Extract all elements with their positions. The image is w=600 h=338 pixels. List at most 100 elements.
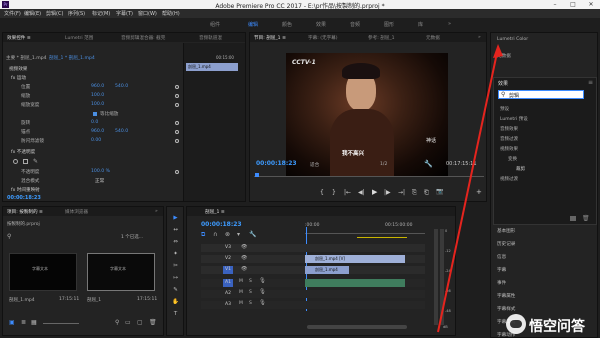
menu-clip[interactable]: 剪辑(C) bbox=[46, 10, 63, 17]
track-label-v2[interactable]: V2 bbox=[223, 255, 233, 263]
track-a2[interactable] bbox=[201, 290, 425, 298]
clip-v2[interactable]: 剖屈_1.mp4 [V] bbox=[305, 255, 405, 263]
property-value[interactable]: 0.0 bbox=[91, 120, 98, 125]
tab-audio-clip-mixer[interactable]: 音频剪辑混合器: 截完 bbox=[121, 35, 165, 41]
icon-view-icon[interactable]: ▦ bbox=[31, 319, 37, 326]
uniform-scale-checkbox[interactable] bbox=[93, 112, 97, 116]
menu-window[interactable]: 窗口(W) bbox=[138, 10, 157, 17]
rate-stretch-tool-icon[interactable]: ✦ bbox=[172, 251, 179, 258]
menu-edit[interactable]: 编辑(E) bbox=[24, 10, 41, 17]
workspace-audio[interactable]: 音频 bbox=[350, 21, 360, 28]
mark-in-button[interactable]: { bbox=[320, 189, 324, 196]
solo-button[interactable]: S bbox=[249, 279, 252, 284]
track-label-a2[interactable]: A2 bbox=[223, 290, 233, 298]
opacity-effect[interactable]: fx 不透明度 bbox=[11, 149, 35, 155]
step-back-button[interactable]: ◀| bbox=[358, 189, 365, 196]
property-value[interactable]: 540.0 bbox=[115, 129, 128, 134]
snap-icon[interactable]: ∩ bbox=[213, 231, 217, 238]
workspace-more[interactable]: » bbox=[448, 21, 451, 27]
tab-project[interactable]: 项目: 按製制的 ≡ bbox=[7, 209, 43, 215]
delete-icon[interactable]: 🗑 bbox=[582, 215, 590, 222]
motion-effect[interactable]: fx 运动 bbox=[11, 75, 26, 81]
reset-keyframe-icon[interactable] bbox=[175, 170, 179, 174]
reset-keyframe-icon[interactable] bbox=[175, 121, 179, 125]
minimize-button[interactable]: – bbox=[546, 0, 564, 9]
settings-wrench-icon[interactable]: 🔧 bbox=[249, 231, 256, 238]
panel-menu-icon[interactable]: ≡ bbox=[588, 79, 593, 86]
source-clip-label[interactable]: 主要 * 剖屈_1.mp4 bbox=[6, 55, 47, 61]
go-to-out-button[interactable]: →| bbox=[398, 189, 405, 196]
track-output-eye-icon[interactable]: 👁 bbox=[241, 266, 247, 272]
property-value[interactable]: 960.0 bbox=[91, 129, 104, 134]
maximize-button[interactable]: □ bbox=[564, 0, 582, 9]
new-bin-icon[interactable]: ▭ bbox=[125, 319, 131, 326]
property-value[interactable]: 100.0 % bbox=[91, 169, 110, 174]
track-v3[interactable] bbox=[201, 244, 425, 252]
clip-a1[interactable] bbox=[305, 279, 405, 287]
microphone-icon[interactable]: 🎙 bbox=[259, 300, 266, 306]
ellipse-mask-icon[interactable] bbox=[13, 159, 18, 164]
timeline-timecode[interactable]: 00:00:18:23 bbox=[201, 221, 242, 228]
workspace-effects[interactable]: 效果 bbox=[316, 21, 326, 28]
fit-select[interactable]: 适合 bbox=[310, 162, 319, 168]
sequence-clip-label[interactable]: 剖屈_1 * 剖屈_1.mp4 bbox=[49, 55, 95, 61]
property-value[interactable]: 540.0 bbox=[115, 84, 128, 89]
ripple-edit-tool-icon[interactable]: ⇔ bbox=[172, 239, 179, 246]
mute-button[interactable]: M bbox=[239, 301, 243, 306]
property-value[interactable]: 100.0 bbox=[91, 93, 104, 98]
track-label-a3[interactable]: A3 bbox=[223, 301, 233, 309]
menu-title[interactable]: 字幕(T) bbox=[116, 10, 133, 17]
workspace-editing[interactable]: 编辑 bbox=[248, 21, 258, 28]
microphone-icon[interactable]: 🎙 bbox=[259, 289, 266, 295]
track-label-v1[interactable]: V1 bbox=[223, 266, 233, 274]
workspace-library[interactable]: 库 bbox=[418, 21, 423, 28]
type-tool-icon[interactable]: T bbox=[172, 311, 179, 318]
program-video-frame[interactable]: CCTV-1 我不高兴 神话 bbox=[286, 53, 448, 177]
track-output-eye-icon[interactable]: 👁 bbox=[241, 255, 247, 261]
selection-tool-icon[interactable]: ▶ bbox=[172, 215, 179, 222]
tab-effect-controls[interactable]: 效果控件 ≡ bbox=[7, 35, 31, 41]
tab-reference[interactable]: 参考: 剖屈_1 bbox=[368, 35, 395, 41]
playhead-icon[interactable] bbox=[255, 173, 259, 177]
property-value[interactable]: 100.0 bbox=[91, 102, 104, 107]
tab-sequence[interactable]: 剖屈_1 ≡ bbox=[205, 209, 225, 215]
workspace-assembly[interactable]: 组件 bbox=[210, 21, 220, 28]
lock-icon[interactable]: ▣ bbox=[9, 319, 15, 326]
property-value[interactable]: 0.00 bbox=[91, 138, 101, 143]
add-marker-icon[interactable]: ▾ bbox=[237, 231, 240, 238]
microphone-icon[interactable]: 🎙 bbox=[259, 278, 266, 284]
play-button[interactable]: ▶ bbox=[372, 188, 377, 196]
reset-keyframe-icon[interactable] bbox=[175, 139, 179, 143]
track-output-eye-icon[interactable]: 👁 bbox=[241, 244, 247, 250]
work-area-bar[interactable] bbox=[357, 237, 407, 238]
zoom-slider[interactable] bbox=[43, 323, 79, 324]
reset-keyframe-icon[interactable] bbox=[175, 94, 179, 98]
program-timecode[interactable]: 00:00:18:23 bbox=[256, 160, 297, 167]
track-label-a1[interactable]: A1 bbox=[223, 279, 233, 287]
workspace-graphics[interactable]: 图形 bbox=[384, 21, 394, 28]
slip-tool-icon[interactable]: ↦ bbox=[172, 275, 179, 282]
tab-media-browser[interactable]: 媒体浏览器 bbox=[65, 209, 88, 215]
tab-more[interactable]: » bbox=[155, 209, 158, 214]
track-label-v3[interactable]: V3 bbox=[223, 244, 233, 252]
property-value[interactable]: 960.0 bbox=[91, 84, 104, 89]
mini-clip[interactable]: 剖屈_1.mp4 bbox=[186, 63, 238, 71]
rectangle-mask-icon[interactable] bbox=[23, 159, 28, 164]
track-a3[interactable] bbox=[201, 301, 425, 309]
linked-selection-icon[interactable]: ⊗ bbox=[225, 231, 230, 238]
mark-out-button[interactable]: } bbox=[332, 189, 336, 196]
clip-v1[interactable]: 剖屈_1.mp4 bbox=[305, 266, 349, 274]
resolution-select[interactable]: 1/2 bbox=[380, 162, 387, 167]
new-folder-icon[interactable] bbox=[570, 216, 576, 221]
razor-tool-icon[interactable]: ✂ bbox=[172, 263, 179, 270]
project-item-thumbnail[interactable]: 字幕文本 bbox=[87, 253, 155, 291]
timeline-zoom-scrollbar[interactable] bbox=[307, 325, 407, 329]
hand-tool-icon[interactable]: ✋ bbox=[172, 299, 179, 306]
lift-button[interactable]: ⎘ bbox=[412, 189, 417, 197]
close-button[interactable]: ✕ bbox=[582, 0, 600, 9]
pen-mask-icon[interactable]: ✎ bbox=[33, 158, 38, 165]
menu-help[interactable]: 帮助(H) bbox=[162, 10, 180, 17]
reset-keyframe-icon[interactable] bbox=[175, 130, 179, 134]
reset-keyframe-icon[interactable] bbox=[175, 85, 179, 89]
list-view-icon[interactable]: ≣ bbox=[21, 319, 26, 326]
